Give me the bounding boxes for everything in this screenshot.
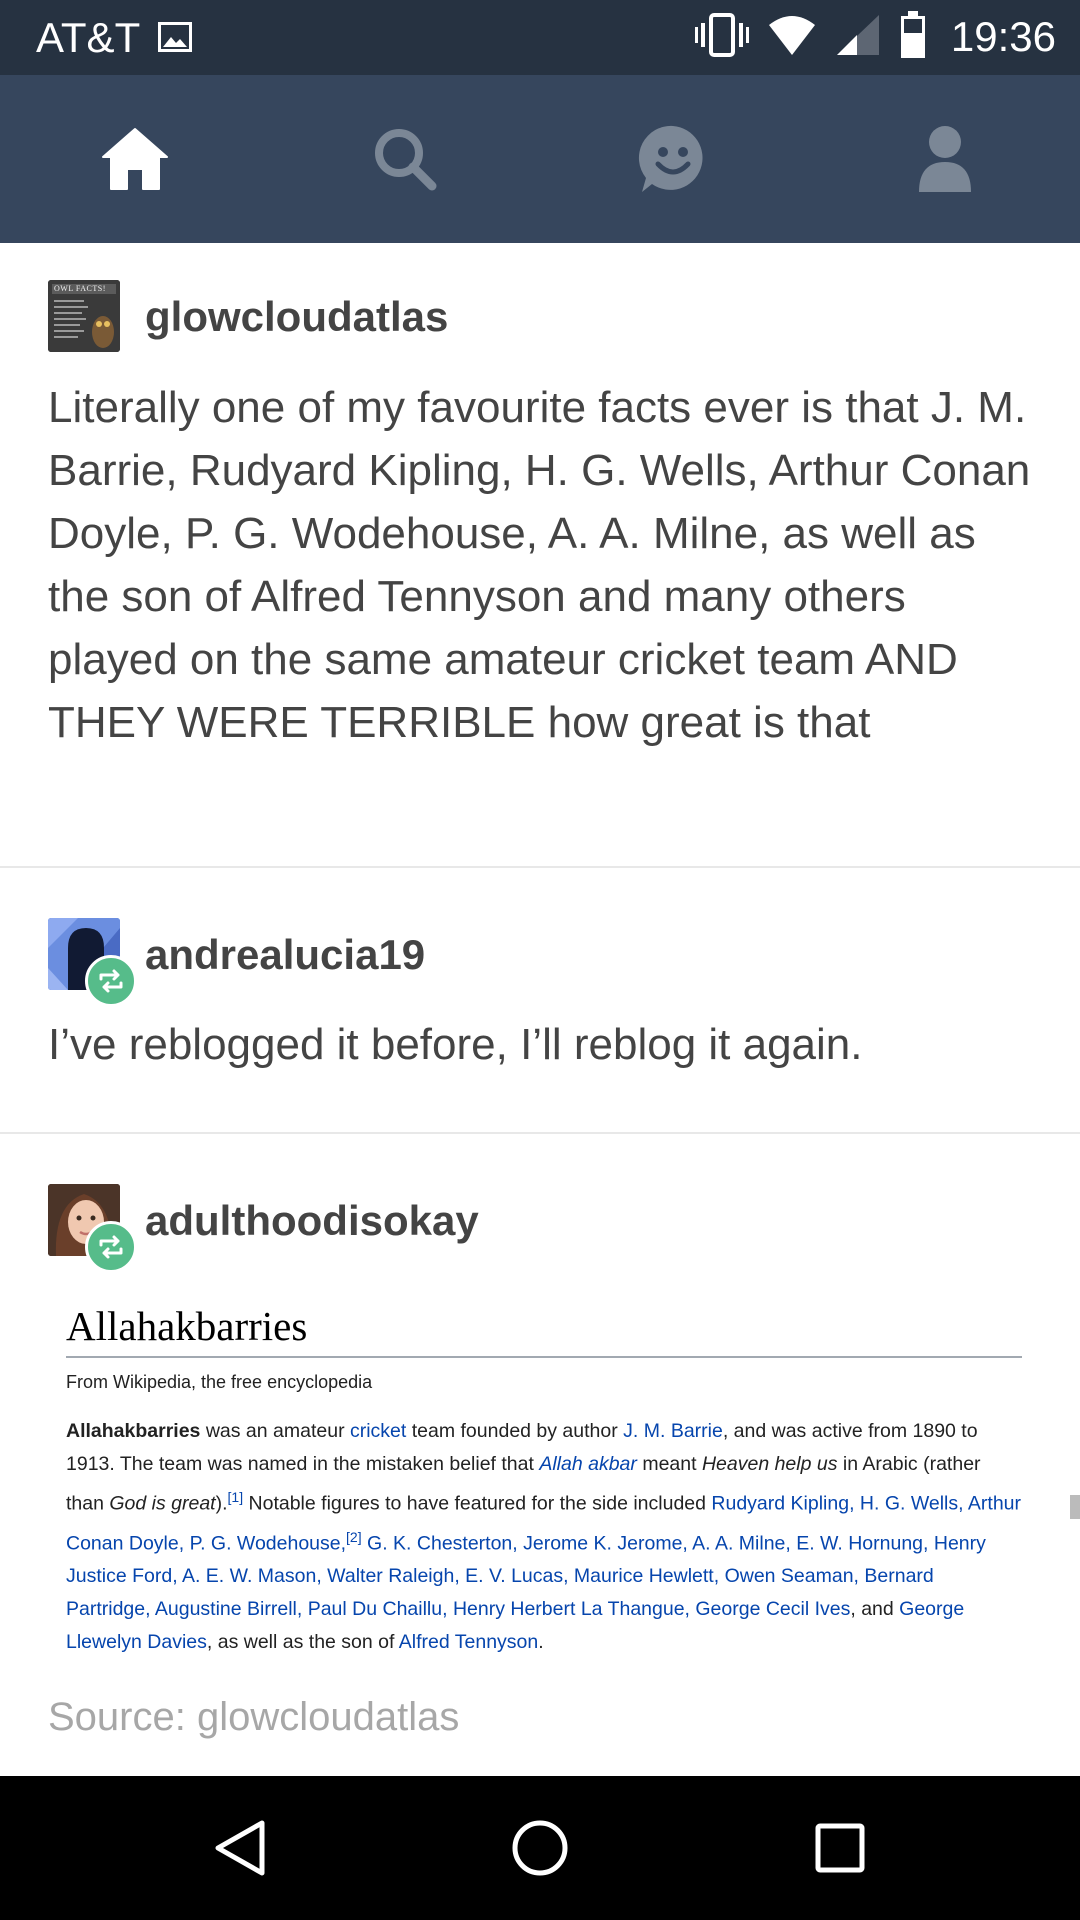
wiki-link[interactable]: J. M. Barrie bbox=[623, 1420, 723, 1442]
wikipedia-screenshot: Allahakbarries From Wikipedia, the free … bbox=[66, 1302, 1022, 1659]
wiki-subtitle: From Wikipedia, the free encyclopedia bbox=[66, 1372, 373, 1392]
username[interactable]: andrealucia19 bbox=[145, 931, 425, 979]
post-adulthoodisokay: adulthoodisokay Allahakbarries From Wiki… bbox=[0, 1134, 1080, 1778]
wiki-reference[interactable]: [1] bbox=[228, 1489, 244, 1505]
reblog-icon bbox=[99, 1235, 123, 1259]
source-link[interactable]: Source: glowcloudatlas bbox=[48, 1695, 459, 1740]
carrier-label: AT&T bbox=[36, 14, 141, 61]
scrollbar[interactable] bbox=[1070, 1495, 1080, 1519]
post-andrealucia19: andrealucia19 I’ve reblogged it before, … bbox=[0, 868, 1080, 1134]
battery-icon bbox=[899, 10, 927, 64]
avatar[interactable]: OWL FACTS! bbox=[48, 280, 120, 352]
wiki-title: Allahakbarries bbox=[66, 1302, 1022, 1358]
reblog-badge bbox=[85, 955, 137, 1007]
wiki-text: meant bbox=[636, 1453, 702, 1475]
search-icon[interactable] bbox=[365, 119, 445, 199]
app-navigation-bar bbox=[0, 75, 1080, 243]
post-glowcloudatlas: OWL FACTS! glowcloudatlas Literally one … bbox=[0, 243, 1080, 868]
status-bar: AT&T 19:36 bbox=[0, 0, 1080, 75]
wiki-paragraph: Allahakbarries was an amateur cricket te… bbox=[66, 1415, 1022, 1659]
wiki-link[interactable]: Allah akbar bbox=[539, 1453, 637, 1475]
image-notification-icon bbox=[158, 22, 192, 52]
system-navigation-bar bbox=[0, 1776, 1080, 1920]
post-thread: OWL FACTS! glowcloudatlas Literally one … bbox=[0, 243, 1080, 1778]
wiki-link[interactable]: Alfred Tennyson bbox=[399, 1631, 538, 1653]
wiki-italic: Heaven help us bbox=[701, 1453, 838, 1475]
wiki-bold-title: Allahakbarries bbox=[66, 1420, 201, 1442]
wiki-text: ). bbox=[215, 1492, 228, 1515]
wiki-text: team founded by author bbox=[406, 1420, 624, 1442]
reblog-badge bbox=[85, 1221, 137, 1273]
home-circle-icon[interactable] bbox=[500, 1808, 580, 1888]
account-icon[interactable] bbox=[905, 119, 985, 199]
post-text: Literally one of my favourite facts ever… bbox=[48, 383, 1031, 747]
wiki-reference[interactable]: [2] bbox=[346, 1529, 362, 1545]
wiki-italic: God is great bbox=[109, 1492, 216, 1515]
vibrate-icon bbox=[694, 12, 749, 62]
reblog-icon bbox=[99, 969, 123, 993]
wiki-text: , and bbox=[850, 1598, 900, 1620]
wiki-text: . bbox=[538, 1631, 544, 1653]
explore-icon[interactable] bbox=[633, 119, 713, 199]
home-icon[interactable] bbox=[95, 119, 175, 199]
post-text: I’ve reblogged it before, I’ll reblog it… bbox=[48, 1020, 863, 1069]
username[interactable]: adulthoodisokay bbox=[145, 1197, 479, 1245]
wiki-text: was an amateur bbox=[200, 1420, 350, 1442]
clock: 19:36 bbox=[950, 13, 1056, 60]
cell-signal-icon bbox=[835, 13, 881, 62]
recents-icon[interactable] bbox=[800, 1808, 880, 1888]
username[interactable]: glowcloudatlas bbox=[145, 293, 448, 341]
wiki-text: Notable figures to have featured for the… bbox=[243, 1492, 712, 1515]
avatar-caption: OWL FACTS! bbox=[54, 284, 106, 293]
wifi-icon bbox=[767, 13, 817, 62]
wiki-link[interactable]: cricket bbox=[350, 1420, 406, 1442]
back-icon[interactable] bbox=[200, 1808, 280, 1888]
wiki-text: , as well as the son of bbox=[206, 1631, 399, 1653]
